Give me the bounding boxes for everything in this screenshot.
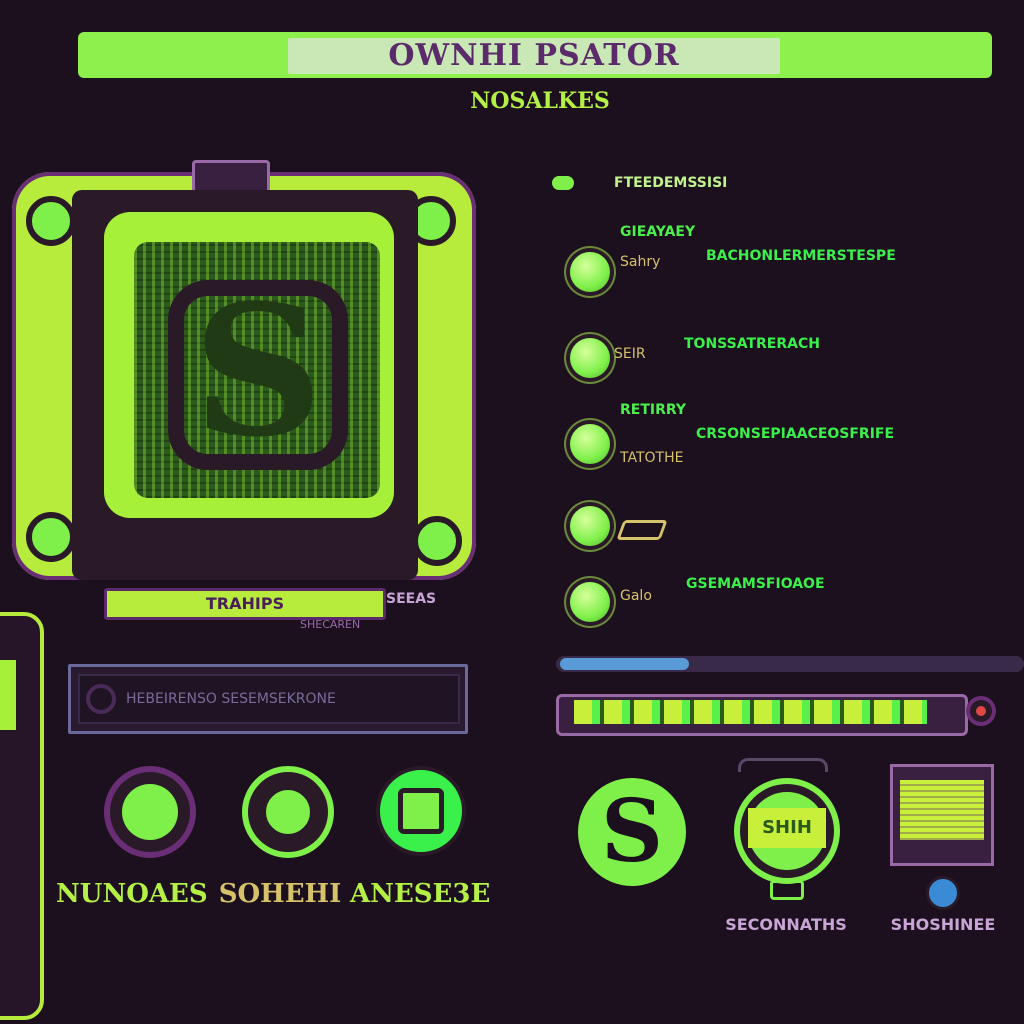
- app-title: OWNHI PSATOR: [288, 38, 780, 74]
- button-label: ANESE3E: [350, 879, 491, 909]
- search-input[interactable]: HEBEIRENSO SESEMSEKRONE: [126, 686, 446, 712]
- pot-icon: [262, 786, 314, 838]
- list-item-value: TONSSATRERACH: [684, 336, 820, 352]
- list-item-label: SEIR: [614, 346, 646, 362]
- list-item-radio[interactable]: [570, 506, 610, 546]
- search-icon: [86, 684, 116, 714]
- list-header: FTEEDEMSSISI: [614, 175, 728, 191]
- list-header-toggle[interactable]: [552, 176, 574, 190]
- list-item-value: BACHONLERMERSTESPE: [706, 248, 896, 264]
- corner-knob-bottom-right[interactable]: [412, 516, 462, 566]
- car-icon: [770, 880, 804, 900]
- list-item-radio[interactable]: [570, 424, 610, 464]
- app-window-screen: [900, 780, 984, 840]
- slider-fill: [560, 658, 689, 670]
- button-label: NUNOAES: [56, 879, 208, 909]
- globe-icon: [926, 876, 960, 910]
- record-icon: [976, 706, 986, 716]
- edit-icon[interactable]: [616, 520, 668, 540]
- corner-knob-top-left[interactable]: [26, 196, 76, 246]
- list-item-value: CRSONSEPIAACEOSFRIFE: [696, 426, 895, 442]
- device-sub-label: SHECAREN: [300, 618, 361, 631]
- progress-fill: [574, 700, 927, 724]
- list-item-label: Galo: [620, 588, 652, 604]
- target-icon: [122, 784, 178, 840]
- device-status-side: SEEAS: [386, 591, 437, 607]
- app-circle-label: SHIH: [748, 808, 826, 848]
- page-subtitle: NOSALKES: [470, 88, 610, 114]
- app-caption: SHOSHINEE: [890, 915, 996, 934]
- list-item-radio[interactable]: [570, 338, 610, 378]
- app-caption: SECONNATHS: [725, 915, 847, 934]
- chip-icon: [398, 788, 444, 834]
- list-item-value: GSEMAMSFIOAOE: [686, 576, 825, 592]
- list-item-label: TATOTHE: [620, 450, 684, 466]
- list-item-title: RETIRRY: [620, 402, 687, 418]
- app-s-icon[interactable]: S: [578, 778, 686, 886]
- list-item-title: GIEAYAEY: [620, 224, 696, 240]
- corner-knob-bottom-left[interactable]: [26, 512, 76, 562]
- side-panel-screen: [0, 660, 16, 730]
- list-item-label: Sahry: [620, 254, 661, 270]
- list-item-radio[interactable]: [570, 582, 610, 622]
- app-circle-handle: [738, 758, 828, 772]
- button-label: SOHEHI: [218, 879, 342, 909]
- list-item-radio[interactable]: [570, 252, 610, 292]
- device-logo-icon: S: [193, 266, 323, 477]
